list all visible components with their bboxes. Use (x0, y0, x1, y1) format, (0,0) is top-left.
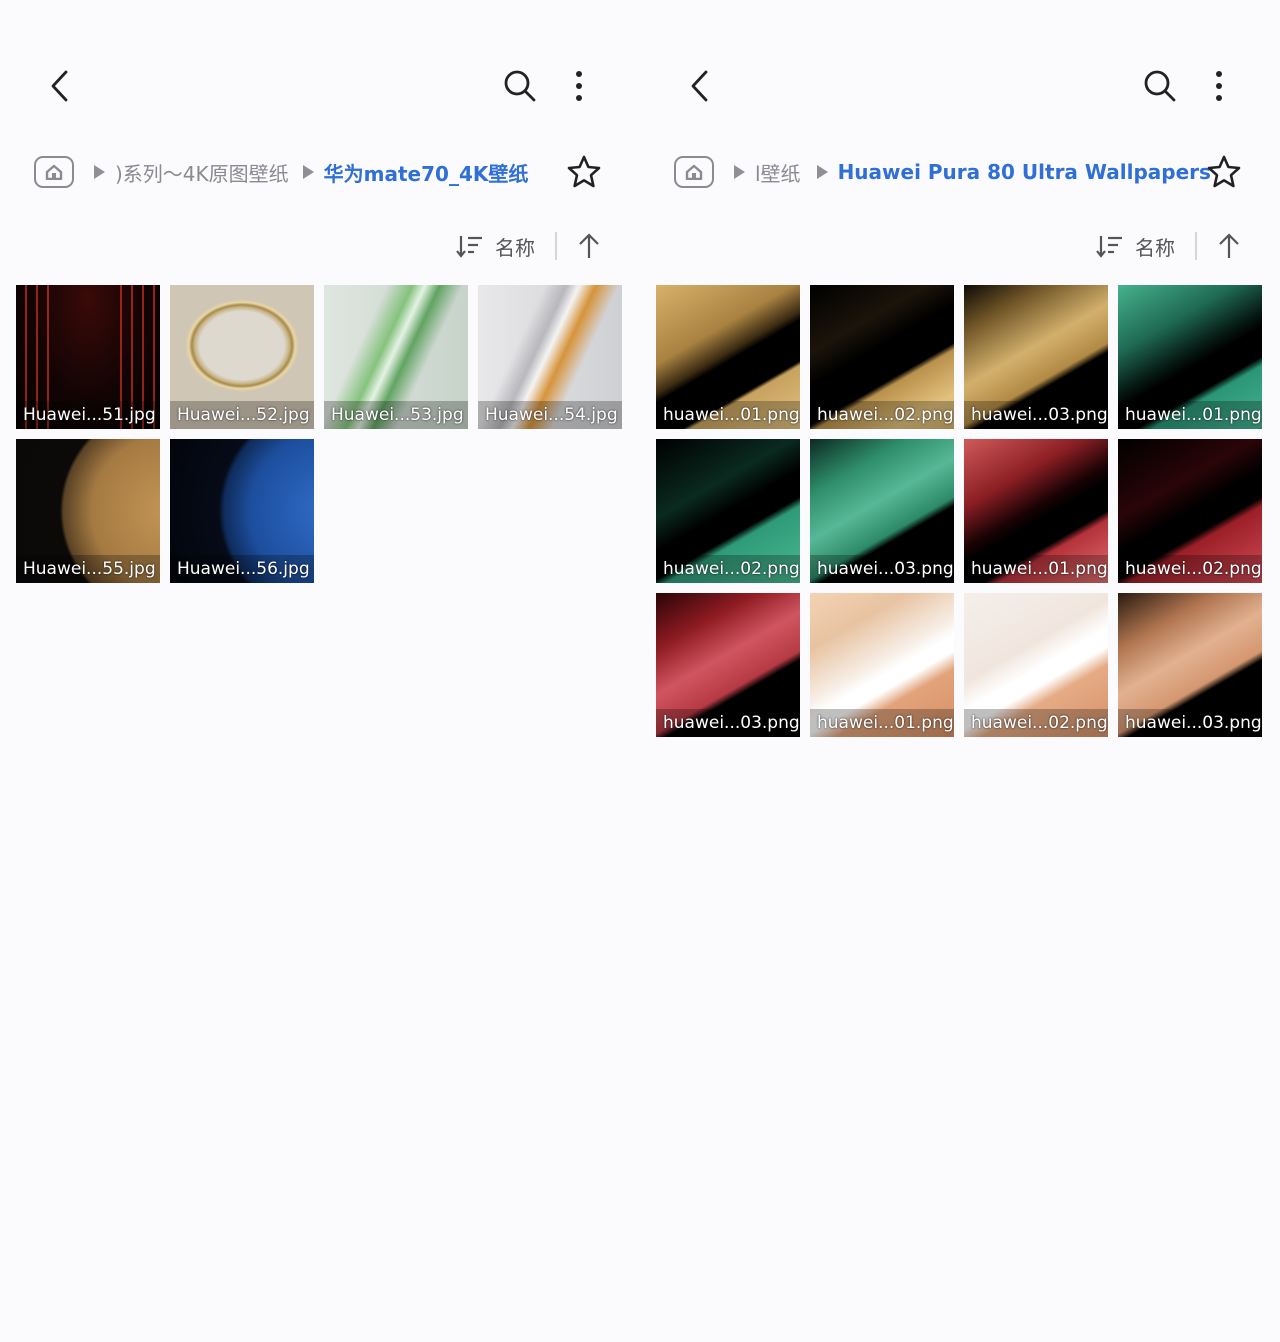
file-tile[interactable]: Huawei...55.jpg (16, 439, 160, 583)
file-tile[interactable]: huawei...02.png (810, 285, 954, 429)
file-name: huawei...01.png (1118, 401, 1262, 429)
file-name: Huawei...52.jpg (170, 401, 314, 429)
favorite-button[interactable] (564, 152, 604, 192)
star-icon (567, 155, 601, 188)
file-tile[interactable]: huawei...03.png (964, 285, 1108, 429)
file-name: huawei...03.png (656, 709, 800, 737)
file-name: huawei...02.png (964, 709, 1108, 737)
search-button[interactable] (1138, 64, 1182, 108)
file-tile[interactable]: Huawei...53.jpg (324, 285, 468, 429)
file-grid: Huawei...51.jpg Huawei...52.jpg Huawei..… (16, 285, 622, 583)
file-tile[interactable]: Huawei...52.jpg (170, 285, 314, 429)
file-name: Huawei...56.jpg (170, 555, 314, 583)
file-name: Huawei...51.jpg (16, 401, 160, 429)
left-file-browser: )系列～4K原图壁纸 华为mate70_4K壁纸 名称 Huawei...51.… (0, 0, 640, 1342)
breadcrumb-arrow-icon (816, 165, 828, 179)
file-name: huawei...03.png (964, 401, 1108, 429)
file-name: huawei...02.png (1118, 555, 1262, 583)
divider (1195, 232, 1197, 260)
file-tile[interactable]: huawei...01.png (656, 285, 800, 429)
file-name: huawei...03.png (1118, 709, 1262, 737)
file-tile[interactable]: huawei...03.png (1118, 593, 1262, 737)
file-name: huawei...02.png (810, 401, 954, 429)
breadcrumb-arrow-icon (302, 165, 314, 179)
home-button[interactable] (674, 156, 714, 188)
breadcrumb-parent[interactable]: l壁纸 (755, 158, 801, 187)
more-options-button[interactable] (564, 64, 594, 108)
file-tile[interactable]: huawei...03.png (656, 593, 800, 737)
breadcrumb-arrow-icon (734, 165, 745, 179)
breadcrumb: )系列～4K原图壁纸 华为mate70_4K壁纸 (34, 150, 610, 194)
home-button[interactable] (34, 156, 74, 188)
more-vertical-icon (1216, 71, 1222, 101)
file-tile[interactable]: huawei...03.png (810, 439, 954, 583)
file-tile[interactable]: huawei...02.png (1118, 439, 1262, 583)
more-options-button[interactable] (1204, 64, 1234, 108)
breadcrumb: l壁纸 Huawei Pura 80 Ultra Wallpapers (674, 150, 1250, 194)
file-name: huawei...02.png (656, 555, 800, 583)
back-button[interactable] (40, 64, 80, 108)
file-name: huawei...01.png (964, 555, 1108, 583)
file-name: huawei...03.png (810, 555, 954, 583)
file-name: Huawei...53.jpg (324, 401, 468, 429)
file-name: Huawei...54.jpg (478, 401, 622, 429)
breadcrumb-current[interactable]: Huawei Pura 80 Ultra Wallpapers (838, 160, 1211, 184)
file-tile[interactable]: Huawei...54.jpg (478, 285, 622, 429)
search-button[interactable] (498, 64, 542, 108)
more-vertical-icon (576, 71, 582, 101)
sort-icon[interactable] (455, 233, 483, 259)
file-name: huawei...01.png (810, 709, 954, 737)
file-tile[interactable]: Huawei...56.jpg (170, 439, 314, 583)
arrow-up-icon[interactable] (577, 232, 601, 260)
sort-bar: 名称 (1095, 228, 1241, 264)
right-file-browser: l壁纸 Huawei Pura 80 Ultra Wallpapers 名称 h… (640, 0, 1280, 1342)
favorite-button[interactable] (1204, 152, 1244, 192)
file-tile[interactable]: huawei...01.png (1118, 285, 1262, 429)
sort-label[interactable]: 名称 (495, 232, 535, 261)
breadcrumb-parent[interactable]: )系列～4K原图壁纸 (115, 158, 289, 187)
sort-icon[interactable] (1095, 233, 1123, 259)
breadcrumb-arrow-icon (94, 165, 105, 179)
chevron-left-icon (51, 70, 68, 102)
back-button[interactable] (680, 64, 720, 108)
file-name: huawei...01.png (656, 401, 800, 429)
file-name: Huawei...55.jpg (16, 555, 160, 583)
divider (555, 232, 557, 260)
breadcrumb-current[interactable]: 华为mate70_4K壁纸 (324, 158, 529, 187)
sort-bar: 名称 (455, 228, 601, 264)
home-icon (45, 164, 63, 180)
search-icon (1144, 70, 1176, 102)
sort-label[interactable]: 名称 (1135, 232, 1175, 261)
file-grid: huawei...01.png huawei...02.png huawei..… (656, 285, 1262, 737)
file-tile[interactable]: huawei...01.png (964, 439, 1108, 583)
arrow-up-icon[interactable] (1217, 232, 1241, 260)
star-icon (1207, 155, 1241, 188)
file-tile[interactable]: Huawei...51.jpg (16, 285, 160, 429)
file-tile[interactable]: huawei...02.png (656, 439, 800, 583)
file-tile[interactable]: huawei...01.png (810, 593, 954, 737)
chevron-left-icon (691, 70, 708, 102)
search-icon (504, 70, 536, 102)
home-icon (685, 164, 703, 180)
file-tile[interactable]: huawei...02.png (964, 593, 1108, 737)
